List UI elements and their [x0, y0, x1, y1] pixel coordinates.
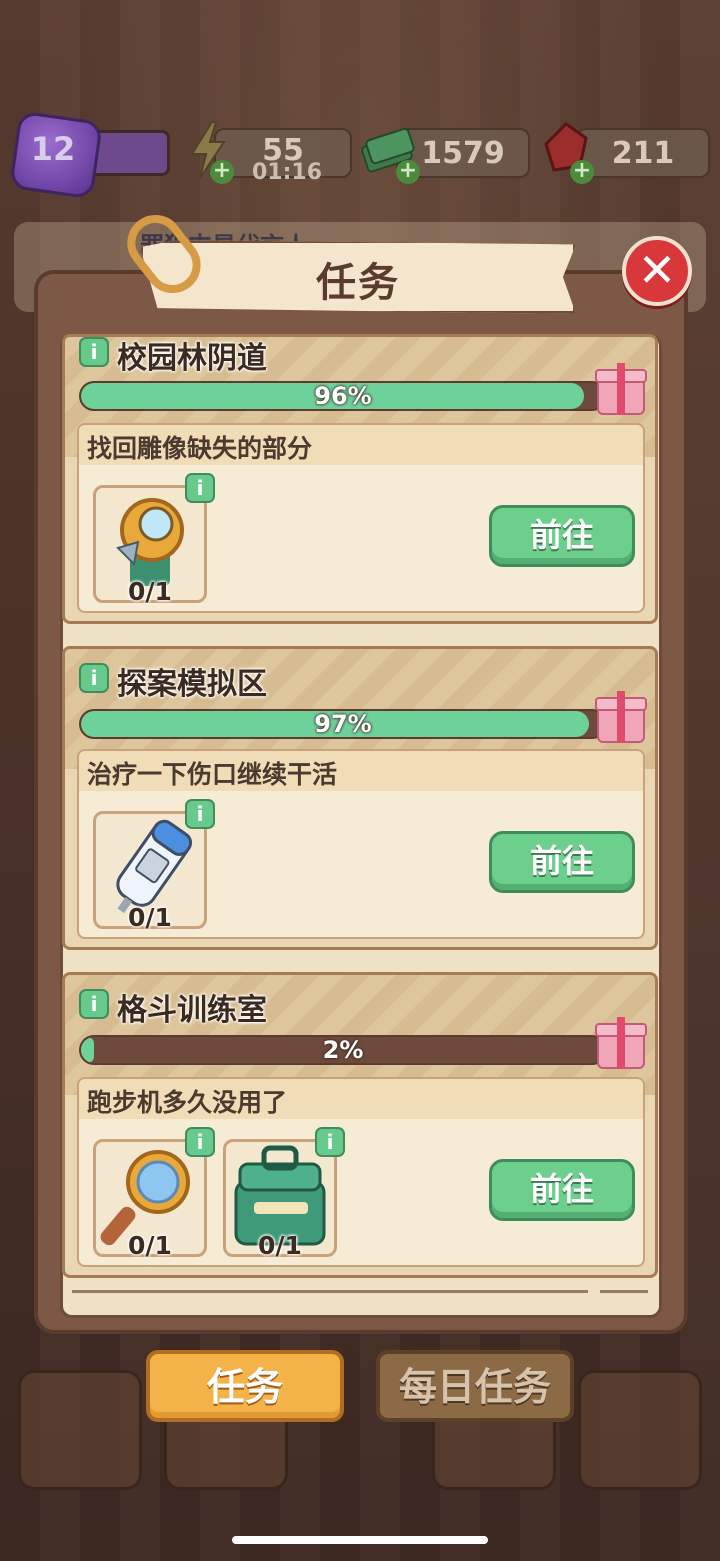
area-progress-bar: 96% — [79, 381, 607, 411]
task-description: 跑步机多久没用了 — [87, 1088, 288, 1117]
task-panel: 跑步机多久没用了 0/1 i 0/1 i 前往 — [77, 1077, 645, 1267]
task-panel: 治疗一下伤口继续干活 0/1 i 前往 — [77, 749, 645, 939]
task-card: i 校园林阴道 96% 找回雕像缺失的部分 0/1 i 前往 — [62, 334, 658, 624]
go-button[interactable]: 前往 — [489, 1159, 635, 1221]
gift-box-icon[interactable] — [595, 1015, 647, 1069]
tab-daily-tasks[interactable]: 每日任务 — [376, 1350, 574, 1422]
gems-counter[interactable]: 211 — [576, 128, 710, 178]
task-card: i 探案模拟区 97% 治疗一下伤口继续干活 0/1 i 前往 — [62, 646, 658, 950]
item-count: 0/1 — [128, 577, 172, 606]
task-card: i 格斗训练室 2% 跑步机多久没用了 0/1 i 0/1 i 前往 — [62, 972, 658, 1278]
background-clipboard-button — [578, 1370, 702, 1490]
go-button[interactable]: 前往 — [489, 831, 635, 893]
area-title: 校园林阴道 — [117, 341, 267, 376]
gems-value: 211 — [611, 135, 675, 171]
info-icon[interactable]: i — [79, 663, 109, 693]
item-info-icon[interactable]: i — [185, 1127, 215, 1157]
item-info-icon[interactable]: i — [185, 799, 215, 829]
item-count: 0/1 — [128, 1231, 172, 1260]
task-description: 找回雕像缺失的部分 — [87, 434, 313, 463]
home-indicator[interactable] — [232, 1536, 488, 1544]
dialog-title: 任务 — [316, 260, 400, 306]
item-info-icon[interactable]: i — [185, 473, 215, 503]
cash-value: 1579 — [421, 135, 505, 171]
close-button[interactable]: ✕ — [622, 236, 692, 306]
energy-plus-icon[interactable]: + — [210, 160, 234, 184]
gift-box-icon[interactable] — [595, 361, 647, 415]
cash-plus-icon[interactable]: + — [396, 160, 420, 184]
progress-label: 96% — [314, 382, 372, 410]
progress-label: 2% — [322, 1036, 364, 1064]
gems-plus-icon[interactable]: + — [570, 160, 594, 184]
area-title: 探案模拟区 — [117, 667, 267, 702]
info-icon[interactable]: i — [79, 337, 109, 367]
info-icon[interactable]: i — [79, 989, 109, 1019]
tab-tasks[interactable]: 任务 — [146, 1350, 344, 1422]
area-progress-bar: 2% — [79, 1035, 607, 1065]
area-title: 格斗训练室 — [117, 993, 267, 1028]
list-end-divider — [72, 1290, 648, 1293]
area-progress-bar: 97% — [79, 709, 607, 739]
task-panel: 找回雕像缺失的部分 0/1 i 前往 — [77, 423, 645, 613]
task-description: 治疗一下伤口继续干活 — [87, 760, 338, 789]
level-number: 12 — [30, 130, 76, 168]
background-back-button — [18, 1370, 142, 1490]
item-info-icon[interactable]: i — [315, 1127, 345, 1157]
item-count: 0/1 — [128, 903, 172, 932]
gift-box-icon[interactable] — [595, 689, 647, 743]
item-count: 0/1 — [258, 1231, 302, 1260]
progress-label: 97% — [314, 710, 372, 738]
go-button[interactable]: 前往 — [489, 505, 635, 567]
energy-timer: 01:16 — [252, 160, 323, 185]
